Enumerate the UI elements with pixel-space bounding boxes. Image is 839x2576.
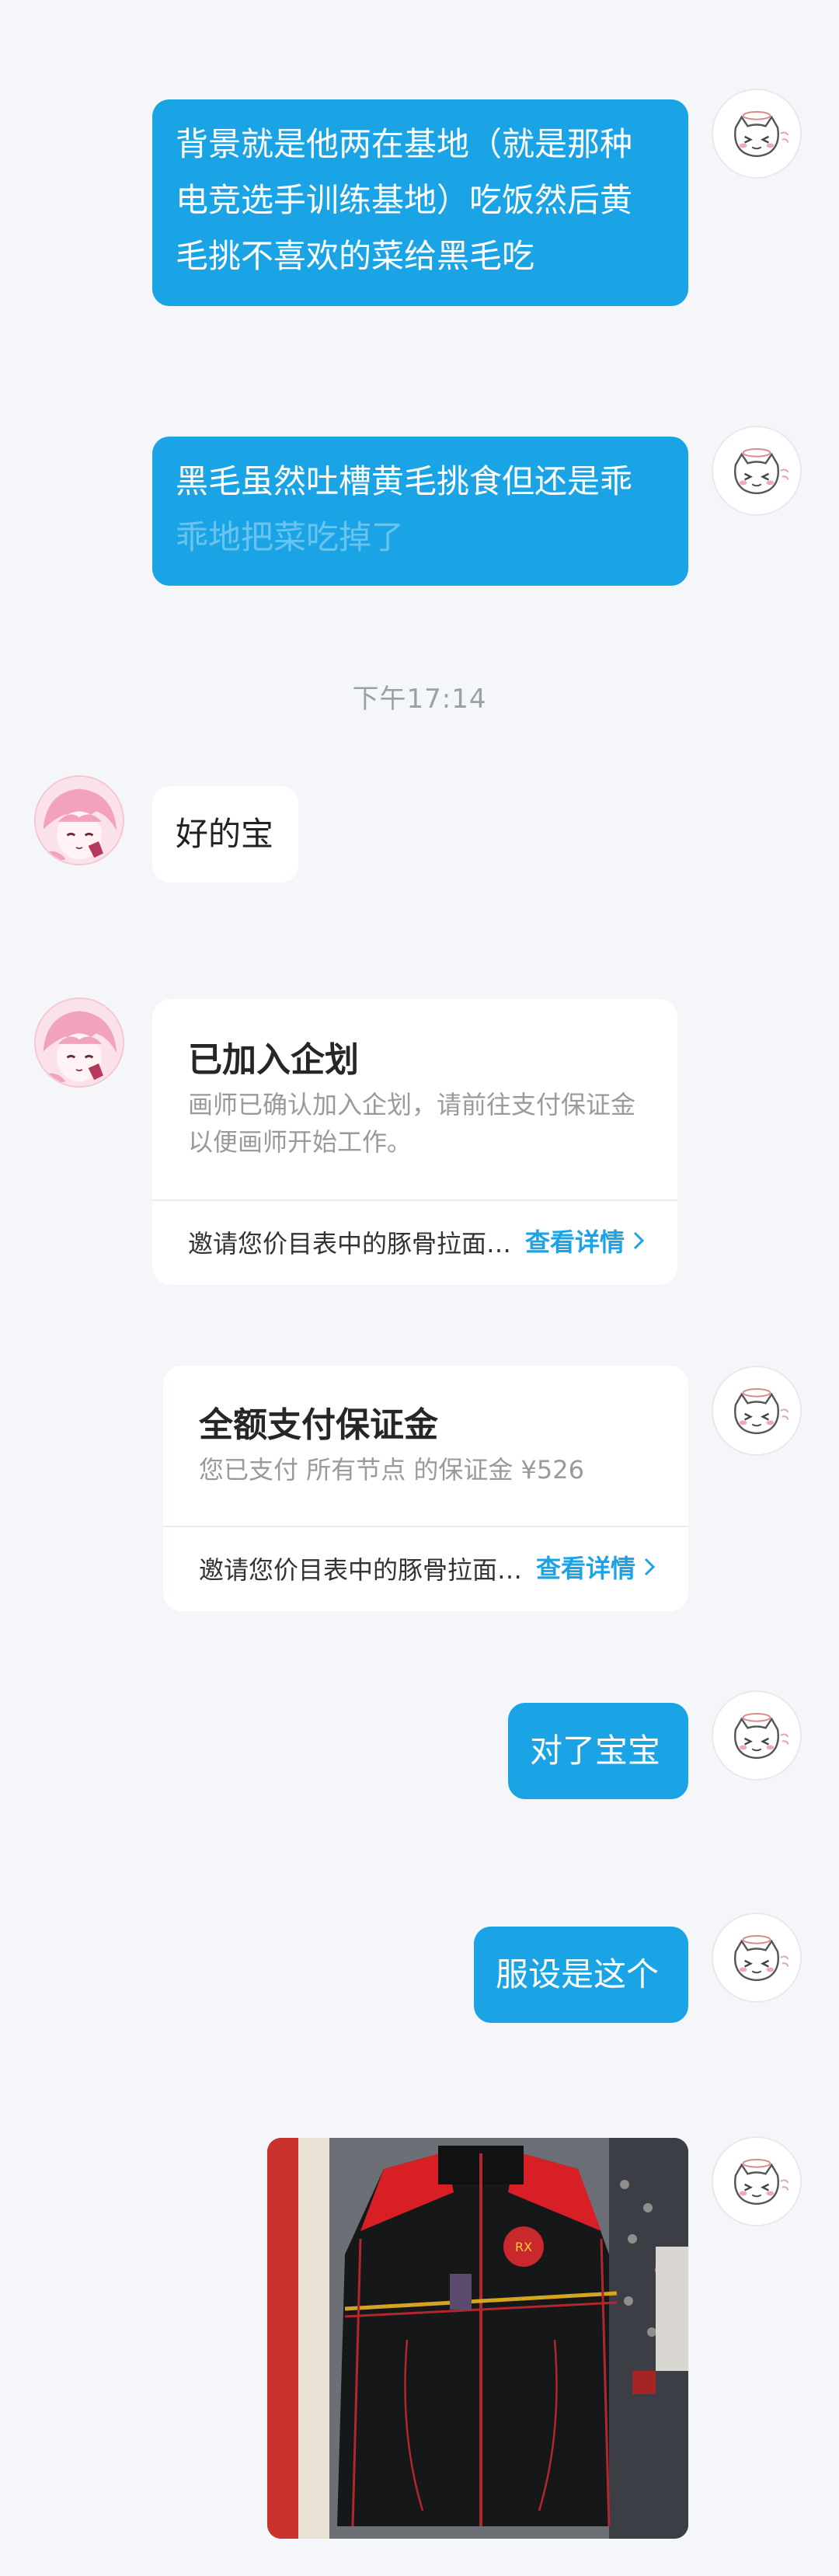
message-line: 电竞选手训练基地）吃饭然后黄	[176, 181, 633, 219]
view-details-label: 查看详情	[525, 1227, 625, 1257]
self-avatar[interactable]	[712, 1690, 802, 1781]
message-bubble-outgoing[interactable]: 黑毛虽然吐槽黄毛挑食但还是乖 乖地把菜吃掉了	[152, 437, 688, 586]
message-bubble-outgoing[interactable]: 对了宝宝	[508, 1703, 688, 1799]
cat-angel-avatar-icon	[734, 1935, 789, 1982]
svg-text:RX: RX	[515, 2240, 532, 2254]
message-line: 黑毛虽然吐槽黄毛挑食但还是乖	[176, 462, 633, 500]
card-divider	[152, 1199, 677, 1201]
message-line: 乖地把菜吃掉了	[176, 518, 405, 556]
card-description-line: 以便画师开始工作。	[188, 1127, 413, 1157]
message-text: 服设是这个	[496, 1955, 660, 1993]
message-line: 毛挑不喜欢的菜给黑毛吃	[176, 237, 535, 275]
card-footer-text: 邀请您价目表中的豚骨拉面…	[199, 1555, 523, 1585]
self-avatar[interactable]	[712, 2136, 802, 2226]
cat-angel-avatar-icon	[734, 1388, 789, 1435]
card-description: 您已支付 所有节点 的保证金 ¥526	[199, 1455, 584, 1485]
message-bubble-incoming[interactable]: 好的宝	[152, 786, 298, 882]
deposit-paid-card[interactable]: 全额支付保证金 您已支付 所有节点 的保证金 ¥526 邀请您价目表中的豚骨拉面…	[163, 1366, 688, 1611]
chevron-right-icon	[633, 1231, 645, 1250]
cat-angel-avatar-icon	[734, 448, 789, 495]
pink-anime-avatar-icon	[36, 999, 123, 1086]
view-details-link[interactable]: 查看详情	[536, 1549, 659, 1585]
view-details-label: 查看详情	[536, 1554, 636, 1583]
cat-angel-avatar-icon	[734, 1713, 789, 1760]
card-description: 画师已确认加入企划，请前往支付保证金 以便画师开始工作。	[188, 1086, 654, 1161]
card-title: 全额支付保证金	[199, 1405, 438, 1445]
view-details-link[interactable]: 查看详情	[525, 1223, 648, 1258]
card-title: 已加入企划	[188, 1040, 359, 1080]
pink-anime-avatar-icon	[36, 777, 123, 864]
self-avatar[interactable]	[712, 426, 802, 516]
chevron-right-icon	[644, 1558, 656, 1576]
jacket-photo: RX	[267, 2138, 688, 2539]
message-line: 背景就是他两在基地（就是那种	[176, 125, 633, 163]
project-joined-card[interactable]: 已加入企划 画师已确认加入企划，请前往支付保证金 以便画师开始工作。 邀请您价目…	[152, 999, 677, 1285]
message-text: 好的宝	[176, 815, 274, 853]
cat-angel-avatar-icon	[734, 111, 789, 158]
cat-angel-avatar-icon	[734, 2159, 789, 2205]
card-divider	[163, 1526, 688, 1527]
message-bubble-outgoing[interactable]: 背景就是他两在基地（就是那种 电竞选手训练基地）吃饭然后黄 毛挑不喜欢的菜给黑毛…	[152, 99, 688, 306]
message-bubble-outgoing[interactable]: 服设是这个	[474, 1927, 688, 2023]
card-description-line: 画师已确认加入企划，请前往支付保证金	[188, 1090, 636, 1119]
other-avatar[interactable]	[34, 775, 124, 865]
self-avatar[interactable]	[712, 1913, 802, 2003]
card-footer-text: 邀请您价目表中的豚骨拉面…	[188, 1229, 512, 1258]
message-timestamp: 下午17:14	[352, 684, 487, 715]
image-message-jacket-photo[interactable]: RX	[267, 2138, 688, 2539]
self-avatar[interactable]	[712, 89, 802, 179]
other-avatar[interactable]	[34, 997, 124, 1088]
message-text: 对了宝宝	[530, 1732, 661, 1770]
self-avatar[interactable]	[712, 1366, 802, 1456]
